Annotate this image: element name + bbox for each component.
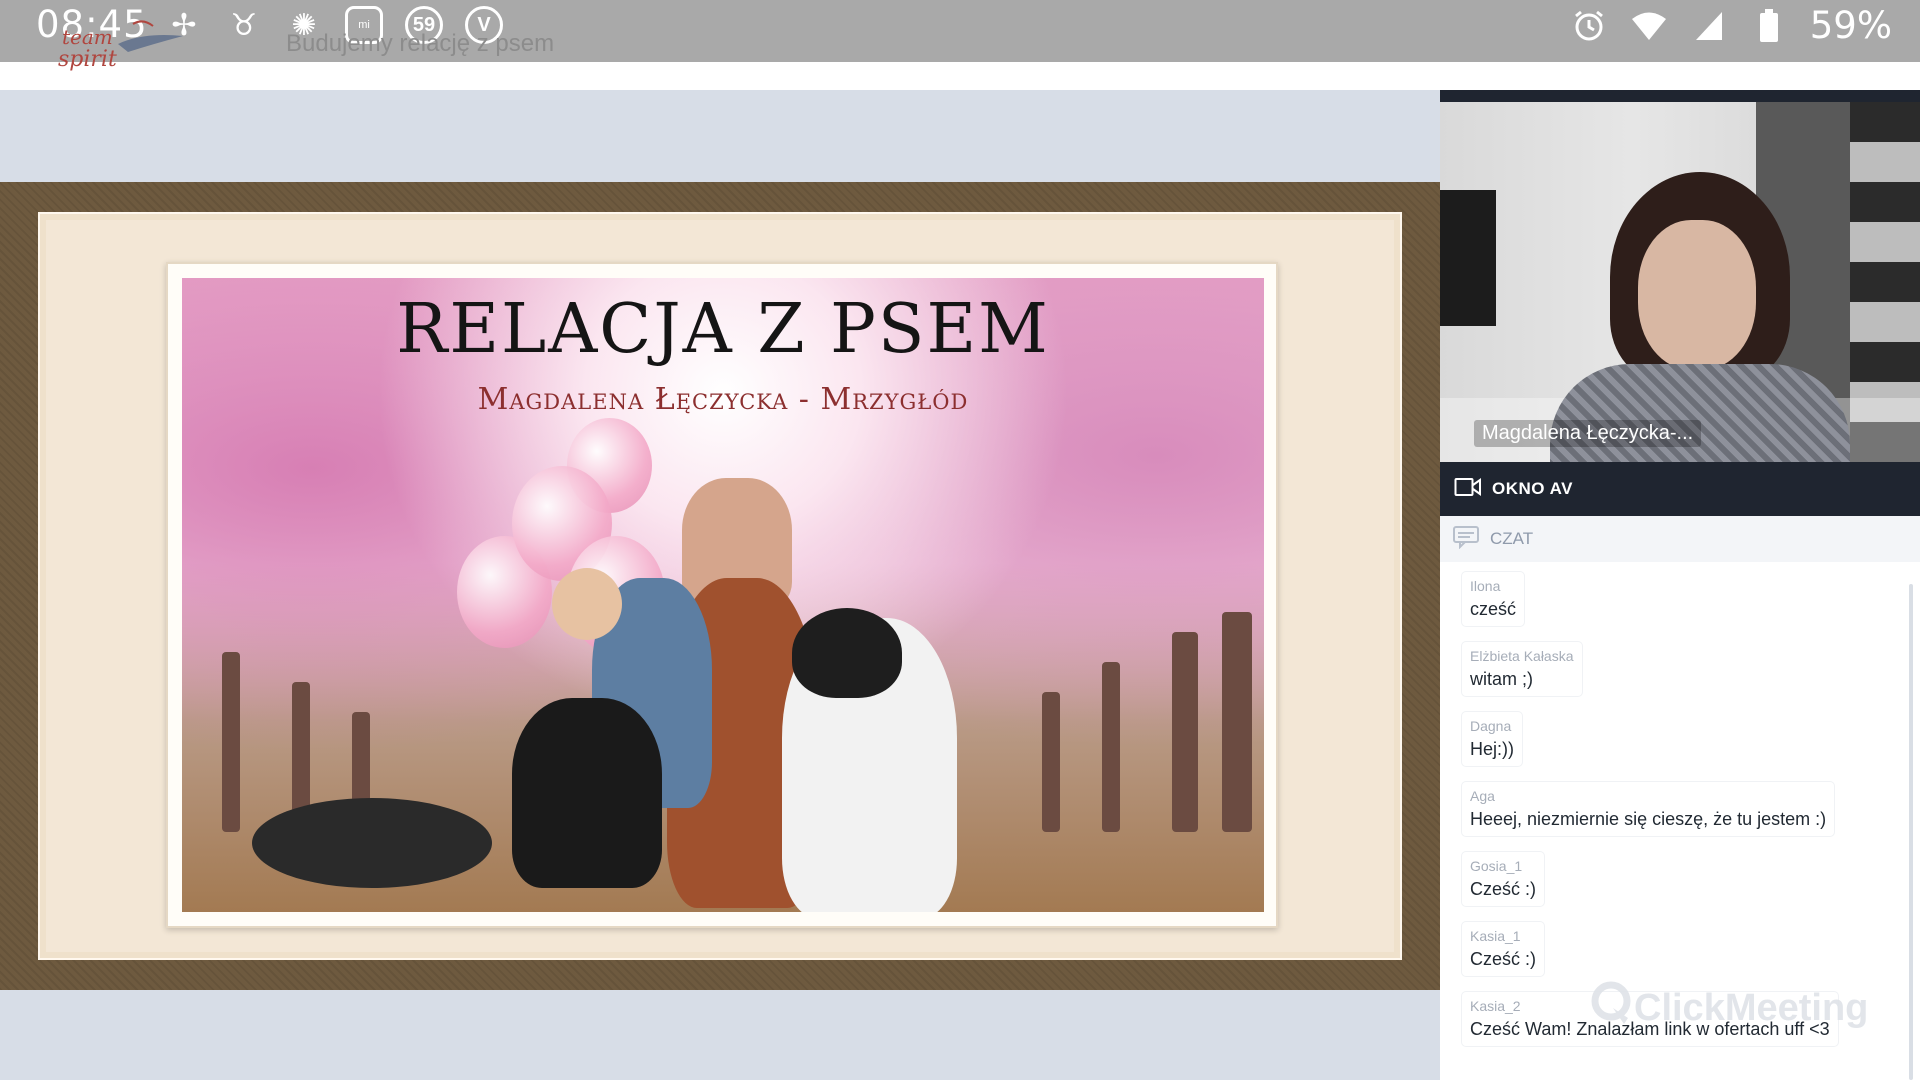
chat-text: witam ;)	[1470, 669, 1533, 689]
presenter-body	[1550, 364, 1850, 462]
chat-author: Elżbieta Kałaska	[1470, 648, 1574, 664]
chat-message: Gosia_1 Cześć :)	[1462, 852, 1545, 906]
battery-icon	[1750, 7, 1788, 45]
chat-scrollbar[interactable]	[1909, 584, 1913, 1080]
chat-text: Hej:))	[1470, 739, 1514, 759]
slide-photo: RELACJA Z PSEM Magdalena Łęczycka - Mrzy…	[182, 278, 1264, 912]
status-system-icons: 59%	[1570, 4, 1892, 47]
clickmeeting-wordmark: ClickMeeting	[1634, 986, 1869, 1029]
alarm-clock-icon	[1570, 7, 1608, 45]
cellular-signal-icon	[1690, 7, 1728, 45]
chat-author: Gosia_1	[1470, 858, 1523, 874]
chat-text: Cześć :)	[1470, 949, 1537, 969]
battery-percentage: 59%	[1809, 4, 1892, 47]
chat-message: Dagna Hej:))	[1462, 712, 1522, 766]
av-window-label: OKNO AV	[1492, 479, 1573, 498]
presenter-name-tag: Magdalena Łęczycka-...	[1474, 420, 1702, 447]
chat-message: Ilona cześć	[1462, 572, 1525, 626]
video-camera-icon	[1454, 477, 1482, 502]
german-shepherd-figure	[512, 698, 662, 888]
child-head	[552, 568, 622, 640]
room-title: Budujemy relację z psem	[286, 30, 555, 57]
chat-label: CZAT	[1490, 529, 1534, 548]
chat-text: Heeej, niezmiernie się cieszę, że tu jes…	[1470, 809, 1827, 829]
clickmeeting-logo-icon	[1588, 980, 1634, 1036]
chat-author: Aga	[1470, 788, 1495, 804]
chat-author: Kasia_1	[1470, 928, 1521, 944]
chat-text: cześć	[1470, 599, 1517, 619]
wifi-icon	[1630, 7, 1668, 45]
chat-message: Kasia_1 Cześć :)	[1462, 922, 1545, 976]
av-video-feed[interactable]: Magdalena Łęczycka-...	[1440, 90, 1920, 462]
chat-header[interactable]: CZAT	[1440, 516, 1920, 562]
chat-author: Ilona	[1470, 578, 1501, 594]
video-frame: Magdalena Łęczycka-...	[1440, 102, 1920, 462]
team-spirit-logo: team spirit	[58, 14, 188, 72]
slide-frame: RELACJA Z PSEM Magdalena Łęczycka - Mrzy…	[0, 182, 1440, 990]
chat-text: Cześć :)	[1470, 879, 1537, 899]
chat-bubble-icon	[1452, 525, 1480, 554]
tv-screen	[1440, 190, 1496, 326]
chat-message: Elżbieta Kałaska witam ;)	[1462, 642, 1582, 696]
right-panel: Magdalena Łęczycka-... OKNO AV CZAT Ilon…	[1440, 90, 1920, 1080]
presenter-face	[1638, 220, 1756, 370]
chat-message: Aga Heeej, niezmiernie się cieszę, że tu…	[1462, 782, 1835, 836]
border-collie-head	[792, 608, 902, 698]
av-window-header[interactable]: OKNO AV	[1440, 462, 1920, 516]
presentation-area: RELACJA Z PSEM Magdalena Łęczycka - Mrzy…	[0, 90, 1440, 1080]
chat-author: Dagna	[1470, 718, 1512, 734]
logo-text-team: team	[62, 25, 113, 49]
slide-mat: RELACJA Z PSEM Magdalena Łęczycka - Mrzy…	[38, 212, 1402, 960]
photo-frame: RELACJA Z PSEM Magdalena Łęczycka - Mrzy…	[166, 262, 1278, 928]
lying-dog-figure	[252, 798, 492, 888]
clickmeeting-watermark: ClickMeeting	[1588, 980, 1868, 1036]
logo-text-spirit: spirit	[58, 47, 117, 72]
slide-subtitle: Magdalena Łęczycka - Mrzygłód	[477, 382, 969, 417]
slide-title: RELACJA Z PSEM	[396, 290, 1050, 369]
horns-icon: ♉	[230, 7, 258, 43]
